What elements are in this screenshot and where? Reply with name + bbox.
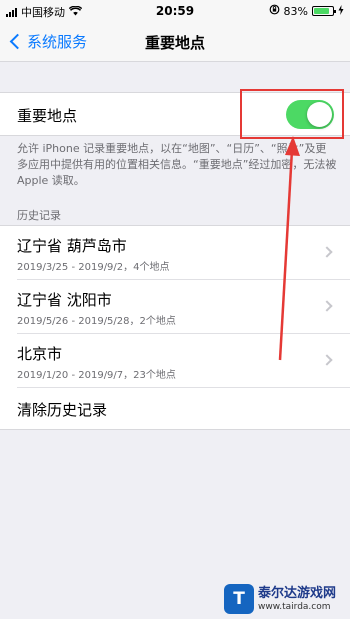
battery-icon xyxy=(312,6,336,16)
battery-percent: 83% xyxy=(283,4,308,18)
chevron-right-icon xyxy=(321,300,333,312)
history-item-title: 辽宁省 葫芦岛市 xyxy=(17,237,127,255)
site-watermark: T 泰尔达游戏网 www.tairda.com xyxy=(224,582,348,616)
history-item-title: 北京市 xyxy=(17,345,63,363)
history-item-huludao[interactable]: 辽宁省 葫芦岛市 2019/3/25 - 2019/9/2，4个地点 xyxy=(0,226,350,280)
page-title: 重要地点 xyxy=(144,34,205,52)
watermark-url: www.tairda.com xyxy=(258,601,331,612)
setting-description: 允许 iPhone 记录重要地点，以在“地图”、“日历”、“照片”及更多应用中提… xyxy=(17,142,337,187)
history-item-beijing[interactable]: 北京市 2019/1/20 - 2019/9/7，23个地点 xyxy=(0,334,350,388)
orientation-lock-icon xyxy=(269,4,280,18)
status-bar: 中国移动 20:59 83% xyxy=(0,0,350,22)
status-right: 83% xyxy=(269,4,344,18)
clear-history-label: 清除历史记录 xyxy=(17,401,108,419)
charging-icon xyxy=(338,4,344,18)
chevron-right-icon xyxy=(321,354,333,366)
watermark-logo-icon: T xyxy=(224,584,254,614)
history-item-shenyang[interactable]: 辽宁省 沈阳市 2019/5/26 - 2019/5/28，2个地点 xyxy=(0,280,350,334)
significant-locations-label: 重要地点 xyxy=(17,107,78,125)
history-item-detail: 2019/5/26 - 2019/5/28，2个地点 xyxy=(17,316,176,327)
history-list: 辽宁省 葫芦岛市 2019/3/25 - 2019/9/2，4个地点 辽宁省 沈… xyxy=(0,225,350,430)
history-item-detail: 2019/1/20 - 2019/9/7，23个地点 xyxy=(17,370,176,381)
annotation-highlight-box xyxy=(240,89,344,139)
navigation-bar: 系统服务 重要地点 xyxy=(0,22,350,62)
watermark-name: 泰尔达游戏网 xyxy=(258,585,337,601)
chevron-right-icon xyxy=(321,246,333,258)
history-section-header: 历史记录 xyxy=(17,209,61,222)
history-item-detail: 2019/3/25 - 2019/9/2，4个地点 xyxy=(17,262,170,273)
history-item-title: 辽宁省 沈阳市 xyxy=(17,291,112,309)
clear-history-button[interactable]: 清除历史记录 xyxy=(0,388,350,429)
